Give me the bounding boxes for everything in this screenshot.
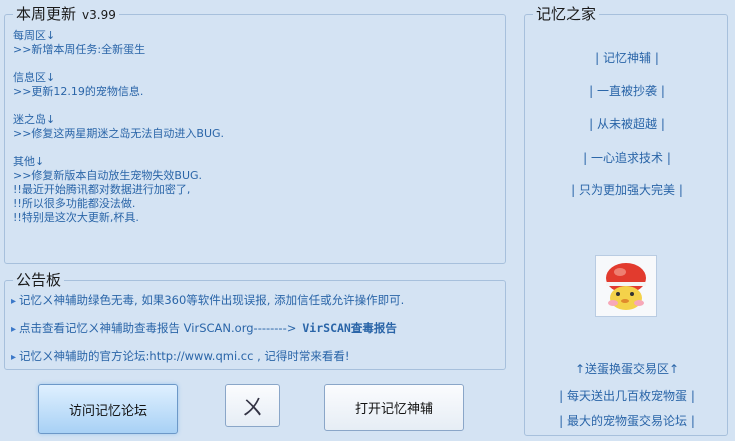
update-section-weekly: 每周区↓ >>新增本周任务:全新蛋生 bbox=[13, 29, 493, 57]
motto-line: | 记忆神辅 | bbox=[595, 51, 659, 65]
chevron-right-icon: ▸ bbox=[11, 296, 17, 307]
notice-item-forum[interactable]: ▸ 记忆ㄨ神辅助的官方论坛:http://www.qmi.cc , 记得时常来看看… bbox=[11, 349, 503, 365]
chevron-right-icon: ▸ bbox=[11, 352, 17, 363]
notice-item-scan-report[interactable]: ▸ 点击查看记忆ㄨ神辅助查毒报告 VirSCAN.org--------> VirS… bbox=[11, 321, 503, 337]
update-line: !!最近开始腾讯都对数据进行加密了, bbox=[13, 183, 191, 196]
notice-text[interactable]: 记忆ㄨ神辅助的官方论坛:http://www.qmi.cc , 记得时常来看看! bbox=[19, 349, 350, 363]
update-line: 其他↓ bbox=[13, 155, 45, 168]
weekly-update-title-text: 本周更新 bbox=[16, 5, 77, 23]
memory-home-panel: 记忆之家 | 记忆神辅 | | 一直被抄袭 | | 从未被超越 | | 一心追求… bbox=[524, 5, 729, 436]
notice-board: 公告板 ▸ 记忆ㄨ神辅助绿色无毒, 如果360等软件出现误报, 添加信任或允许操作… bbox=[4, 271, 506, 370]
pet-avatar-icon bbox=[595, 255, 657, 317]
motto-line: | 从未被超越 | bbox=[589, 117, 665, 131]
update-line: 信息区↓ bbox=[13, 71, 56, 84]
notice-list: ▸ 记忆ㄨ神辅助绿色无毒, 如果360等软件出现误报, 添加信任或允许操作即可. … bbox=[11, 293, 503, 377]
update-line: >>更新12.19的宠物信息. bbox=[13, 85, 144, 98]
close-button[interactable]: ㄨ bbox=[225, 384, 280, 427]
open-assistant-button[interactable]: 打开记忆神辅 bbox=[324, 384, 464, 431]
weekly-update-panel: 本周更新 v3.99 每周区↓ >>新增本周任务:全新蛋生 信息区↓ >>更新12… bbox=[4, 5, 506, 264]
update-line: !!所以很多功能都没法做. bbox=[13, 197, 136, 210]
update-section-info: 信息区↓ >>更新12.19的宠物信息. bbox=[13, 71, 493, 99]
motto-line: | 一直被抄袭 | bbox=[589, 84, 665, 98]
update-section-other: 其他↓ >>修复新版本自动放生宠物失效BUG. !!最近开始腾讯都对数据进行加密… bbox=[13, 155, 493, 225]
trade-area-link[interactable]: ↑送蛋换蛋交易区↑ bbox=[525, 360, 729, 377]
chevron-right-icon: ▸ bbox=[11, 324, 17, 335]
trade-line[interactable]: | 每天送出几百枚宠物蛋 | bbox=[525, 387, 729, 404]
update-line: 迷之岛↓ bbox=[13, 113, 56, 126]
motto-line: | 一心追求技术 | bbox=[583, 151, 671, 165]
update-line: >>新增本周任务:全新蛋生 bbox=[13, 43, 146, 56]
notice-item-antivirus: ▸ 记忆ㄨ神辅助绿色无毒, 如果360等软件出现误报, 添加信任或允许操作即可. bbox=[11, 293, 503, 309]
weekly-update-title: 本周更新 v3.99 bbox=[13, 5, 119, 24]
update-line: >>修复这两星期迷之岛无法自动进入BUG. bbox=[13, 127, 225, 140]
notice-text: 记忆ㄨ神辅助绿色无毒, 如果360等软件出现误报, 添加信任或允许操作即可. bbox=[19, 293, 405, 307]
update-line: !!特别是这次大更新,杯具. bbox=[13, 211, 139, 224]
update-log: 每周区↓ >>新增本周任务:全新蛋生 信息区↓ >>更新12.19的宠物信息. … bbox=[13, 29, 493, 239]
trade-line[interactable]: | 最大的宠物蛋交易论坛 | bbox=[525, 412, 729, 429]
notice-text[interactable]: 点击查看记忆ㄨ神辅助查毒报告 VirSCAN.org--------> bbox=[19, 321, 296, 335]
update-line: >>修复新版本自动放生宠物失效BUG. bbox=[13, 169, 203, 182]
memory-home-title: 记忆之家 bbox=[533, 5, 600, 23]
visit-forum-button[interactable]: 访问记忆论坛 bbox=[38, 384, 178, 434]
update-line: 每周区↓ bbox=[13, 29, 56, 42]
version-label: v3.99 bbox=[82, 8, 116, 22]
motto-line: | 只为更加强大完美 | bbox=[571, 183, 683, 197]
update-section-island: 迷之岛↓ >>修复这两星期迷之岛无法自动进入BUG. bbox=[13, 113, 493, 141]
notice-board-title: 公告板 bbox=[13, 271, 65, 289]
virscan-report-link[interactable]: VirSCAN查毒报告 bbox=[302, 321, 396, 335]
